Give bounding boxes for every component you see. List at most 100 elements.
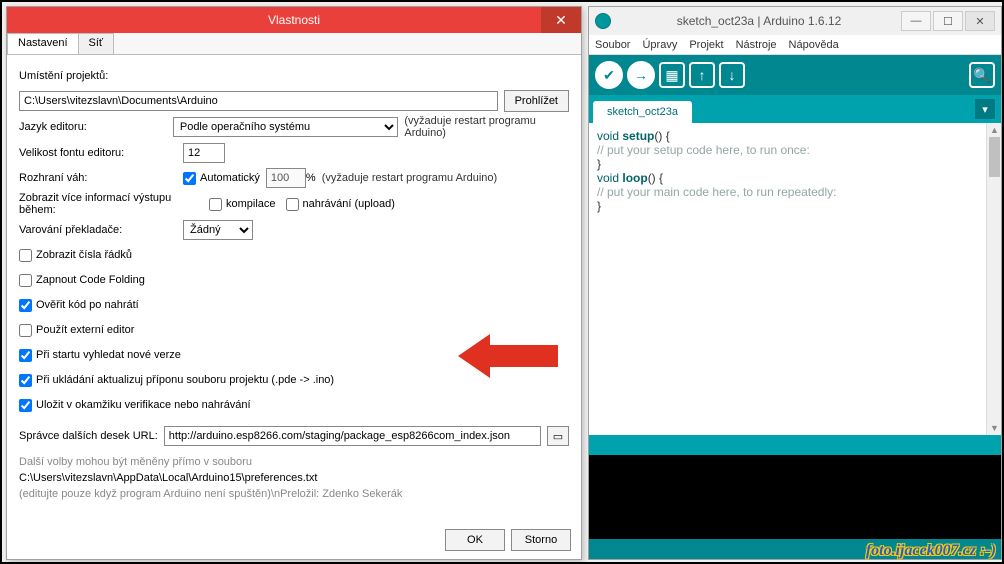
externaleditor-checkbox[interactable] (19, 324, 32, 337)
codefold-checkbox[interactable] (19, 274, 32, 287)
font-size-label: Velikost fontu editoru: (19, 147, 183, 159)
prefs-path: C:\Users\vitezslavn\AppData\Local\Arduin… (19, 472, 569, 484)
linenumbers-checkbox[interactable] (19, 249, 32, 262)
code-l6c: () { (648, 171, 663, 185)
scroll-up-icon: ▲ (987, 123, 1001, 137)
fn-loop: loop (622, 171, 647, 185)
pref-titlebar: Vlastnosti ✕ (7, 7, 581, 33)
ok-button[interactable]: OK (445, 529, 505, 551)
editor-lang-label: Jazyk editoru: (19, 121, 173, 133)
upload-button[interactable]: → (627, 61, 655, 89)
warnings-select[interactable]: Žádný (183, 220, 253, 240)
pref-buttons: OK Storno (439, 529, 571, 551)
sketch-location-label: Umístění projektů: (19, 70, 183, 82)
code-editor[interactable]: void setup() { // put your setup code he… (589, 123, 1001, 435)
checkupdates-checkbox[interactable] (19, 349, 32, 362)
boards-url-label: Správce dalších desek URL: (19, 430, 158, 442)
verbose-compile-checkbox[interactable] (209, 198, 222, 211)
menu-help[interactable]: Nápověda (789, 39, 839, 51)
boards-url-expand-button[interactable]: ▭ (547, 426, 569, 446)
scale-auto-label: Automatický (200, 172, 260, 184)
arduino-ide-window: sketch_oct23a | Arduino 1.6.12 — ☐ ✕ Sou… (588, 6, 1002, 560)
tab-settings[interactable]: Nastavení (7, 33, 79, 54)
tab-network[interactable]: Síť (78, 33, 115, 54)
linenumbers-label: Zobrazit čísla řádků (36, 249, 132, 261)
menu-edit[interactable]: Úpravy (642, 39, 677, 51)
menu-sketch[interactable]: Projekt (689, 39, 723, 51)
new-button[interactable]: ▦ (659, 62, 685, 88)
pref-tabs: Nastavení Síť (7, 33, 581, 55)
arduino-logo-icon (595, 13, 611, 29)
code-brace2: } (597, 199, 993, 213)
scale-value-input[interactable] (266, 168, 306, 188)
minimize-icon: — (911, 15, 922, 27)
externaleditor-label: Použít externí editor (36, 324, 134, 336)
codefold-label: Zapnout Code Folding (36, 274, 145, 286)
pref-close-button[interactable]: ✕ (541, 7, 581, 33)
serial-monitor-button[interactable]: 🔍 (969, 62, 995, 88)
watermark: foto.ijacek007.cz :-) (866, 542, 996, 560)
ide-menubar: Soubor Úpravy Projekt Nástroje Nápověda (589, 35, 1001, 55)
tab-menu-button[interactable]: ▾ (975, 99, 995, 119)
window-icon: ▭ (553, 430, 563, 443)
chevron-down-icon: ▾ (982, 103, 988, 116)
font-size-input[interactable] (183, 143, 225, 163)
pref-body: Umístění projektů: Prohlížet Jazyk edito… (7, 55, 581, 506)
ide-status-bar (589, 435, 1001, 455)
sketch-tab[interactable]: sketch_oct23a (593, 101, 692, 123)
arrow-down-icon: ↓ (729, 67, 736, 83)
verifyupload-checkbox[interactable] (19, 299, 32, 312)
check-icon: ✔ (603, 67, 615, 84)
magnify-icon: 🔍 (973, 67, 990, 84)
code-comment1: // put your setup code here, to run once… (597, 143, 993, 157)
warnings-label: Varování překladače: (19, 224, 183, 236)
lang-restart-note: (vyžaduje restart programu Arduino) (404, 115, 569, 139)
scale-pct: % (306, 172, 316, 184)
scroll-thumb[interactable] (989, 137, 1000, 177)
verbose-upload-checkbox[interactable] (286, 198, 299, 211)
ide-close-button[interactable]: ✕ (965, 11, 995, 31)
verifyupload-label: Ověřit kód po nahrátí (36, 299, 139, 311)
ide-tabbar: sketch_oct23a ▾ (589, 95, 1001, 123)
fn-setup: setup (622, 129, 654, 143)
code-comment2: // put your main code here, to run repea… (597, 185, 993, 199)
scale-label: Rozhraní váh: (19, 172, 183, 184)
arrow-right-icon: → (634, 67, 648, 83)
editor-lang-select[interactable]: Podle operačního systému (173, 117, 399, 137)
editor-scrollbar[interactable]: ▲ ▼ (986, 123, 1001, 435)
menu-tools[interactable]: Nástroje (736, 39, 777, 51)
verbose-label: Zobrazit více informací výstupu během: (19, 192, 209, 216)
kw-void2: void (597, 171, 619, 185)
new-file-icon: ▦ (665, 67, 678, 84)
code-l1c: () { (654, 129, 669, 143)
verify-button[interactable]: ✔ (595, 61, 623, 89)
verbose-compile-label: kompilace (226, 198, 276, 210)
updateext-checkbox[interactable] (19, 374, 32, 387)
sketch-location-input[interactable] (19, 91, 498, 111)
open-button[interactable]: ↑ (689, 62, 715, 88)
ide-console (589, 455, 1001, 539)
browse-button[interactable]: Prohlížet (504, 90, 569, 112)
preferences-dialog: Vlastnosti ✕ Nastavení Síť Umístění proj… (6, 6, 582, 560)
saveonverify-checkbox[interactable] (19, 399, 32, 412)
close-icon: ✕ (555, 12, 567, 29)
scale-auto-checkbox[interactable] (183, 172, 196, 185)
code-brace1: } (597, 157, 993, 171)
more-prefs-note: Další volby mohou být měněny přímo v sou… (19, 456, 569, 468)
verbose-upload-label: nahrávání (upload) (303, 198, 395, 210)
scroll-down-icon: ▼ (987, 421, 1001, 435)
maximize-button[interactable]: ☐ (933, 11, 963, 31)
minimize-button[interactable]: — (901, 11, 931, 31)
scale-restart-note: (vyžaduje restart programu Arduino) (322, 172, 497, 184)
kw-void1: void (597, 129, 619, 143)
arrow-up-icon: ↑ (699, 67, 706, 83)
boards-url-input[interactable] (164, 426, 541, 446)
pref-title: Vlastnosti (268, 13, 320, 27)
ide-titlebar: sketch_oct23a | Arduino 1.6.12 — ☐ ✕ (589, 7, 1001, 35)
menu-file[interactable]: Soubor (595, 39, 630, 51)
save-button[interactable]: ↓ (719, 62, 745, 88)
ide-toolbar: ✔ → ▦ ↑ ↓ 🔍 (589, 55, 1001, 95)
cancel-button[interactable]: Storno (511, 529, 571, 551)
maximize-icon: ☐ (943, 15, 953, 28)
updateext-label: Při ukládání aktualizuj příponu souboru … (36, 374, 334, 386)
